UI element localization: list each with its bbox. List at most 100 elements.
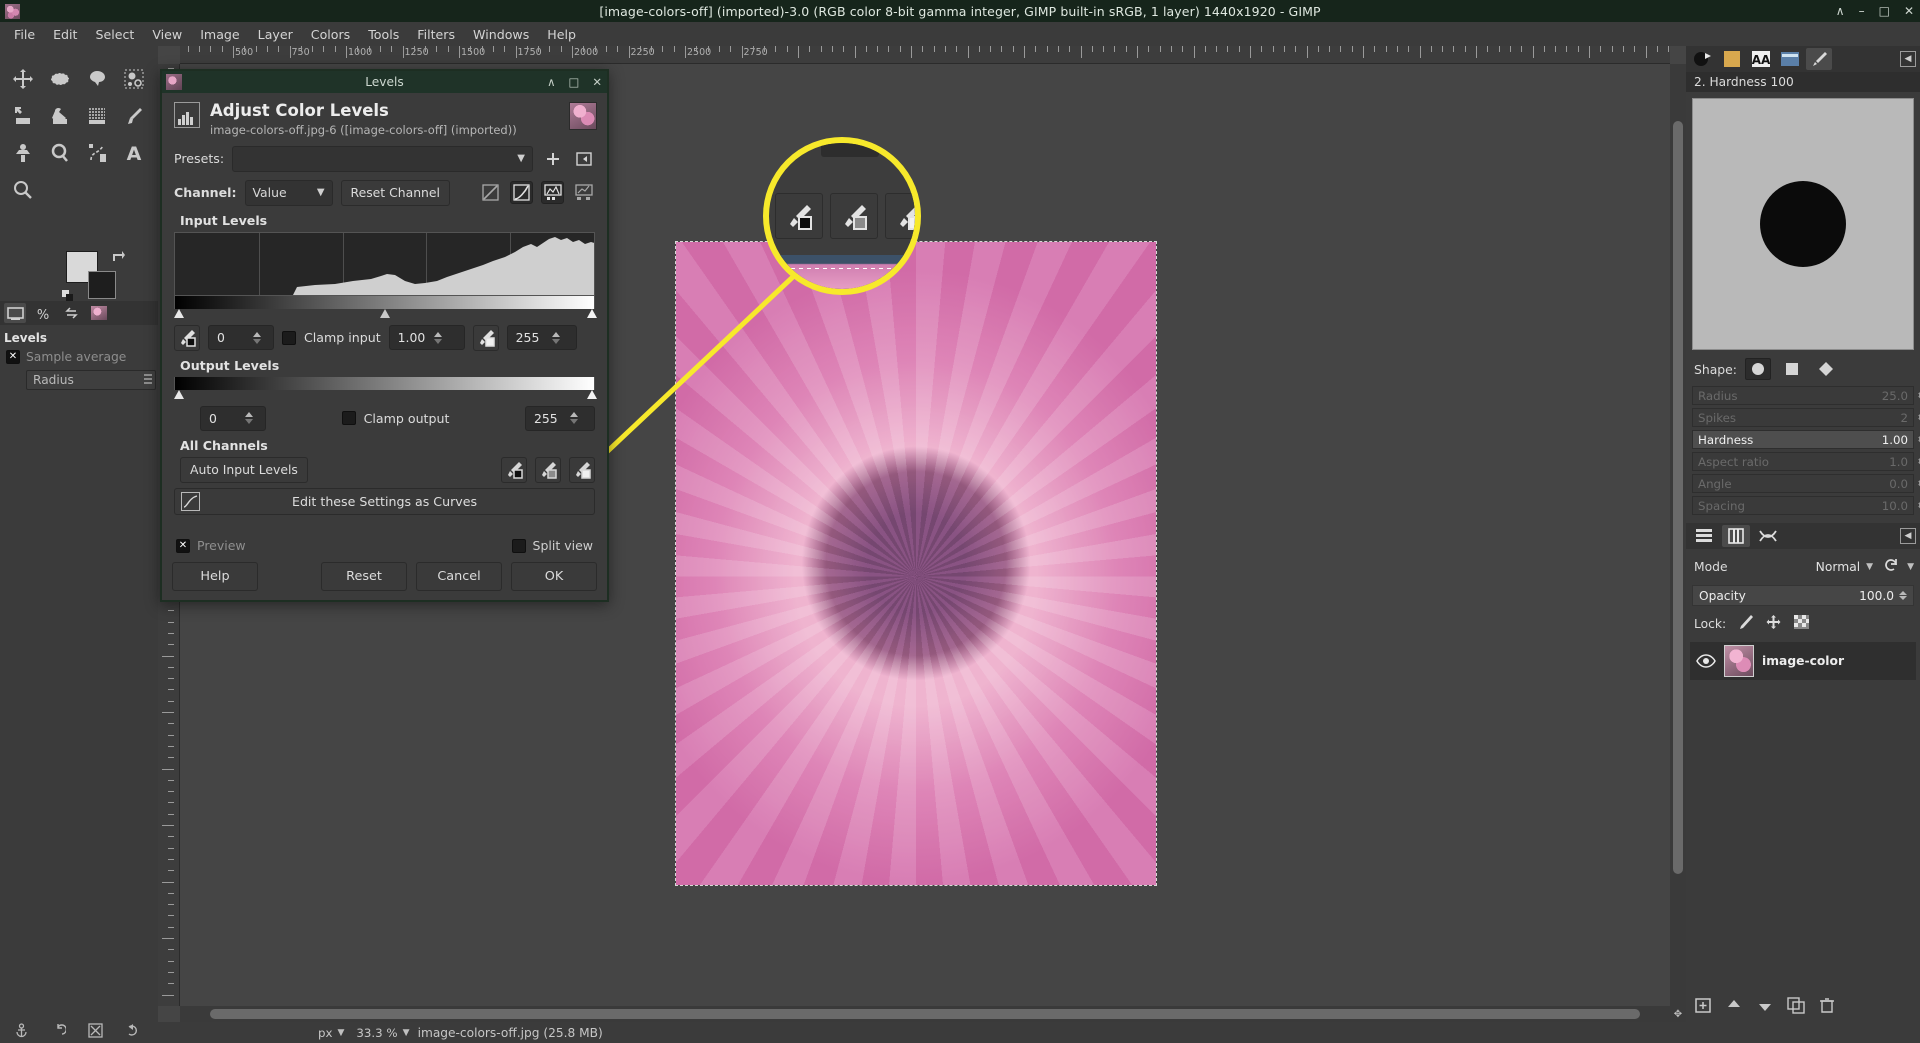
diamond-shape-icon[interactable] xyxy=(1813,358,1839,380)
clamp-output-checkbox[interactable] xyxy=(341,411,356,426)
cancel-button[interactable]: Cancel xyxy=(416,562,502,591)
gradient-tool[interactable] xyxy=(78,97,115,134)
layers-icon[interactable] xyxy=(1690,525,1718,547)
cancel-icon[interactable] xyxy=(88,1023,103,1042)
brush-property-row[interactable]: Spikes 2 ⬍ xyxy=(1692,408,1920,427)
raise-layer-icon[interactable] xyxy=(1725,997,1743,1018)
paths-icon[interactable] xyxy=(1754,525,1782,547)
window-close-icon[interactable]: ✕ xyxy=(1904,5,1914,17)
zoom-selector[interactable]: 33.3 % ▼ xyxy=(356,1026,409,1040)
brush-property-stepper[interactable]: ⬍ xyxy=(1915,453,1920,470)
lock-pixels-icon[interactable] xyxy=(1737,614,1754,634)
all-pick-gray-point-icon[interactable] xyxy=(535,456,561,483)
new-layer-icon[interactable] xyxy=(1694,997,1712,1018)
brush-property-row[interactable]: Aspect ratio 1.0 ⬍ xyxy=(1692,452,1920,471)
dialog-close-icon[interactable]: ✕ xyxy=(592,75,602,89)
gradient-icon[interactable] xyxy=(1777,48,1803,70)
pick-white-point-icon[interactable] xyxy=(472,324,499,351)
reset-mode-icon[interactable] xyxy=(1883,557,1901,577)
opacity-stepper[interactable] xyxy=(1899,591,1907,600)
opacity-slider[interactable]: Opacity 100.0 xyxy=(1692,585,1914,606)
v-scroll-thumb[interactable] xyxy=(1673,120,1683,875)
radius-slider[interactable]: Radius xyxy=(26,370,156,390)
reset-colors-icon[interactable] xyxy=(62,288,75,301)
brush-preset-icon[interactable] xyxy=(1690,48,1716,70)
mode-combo[interactable]: Normal ▼ xyxy=(1734,556,1878,578)
bucket-fill-tool[interactable] xyxy=(41,97,78,134)
eye-icon[interactable] xyxy=(1696,654,1716,668)
duplicate-layer-icon[interactable] xyxy=(1787,996,1805,1018)
split-view-checkbox[interactable] xyxy=(511,538,526,553)
paths-tool[interactable] xyxy=(78,134,115,171)
refresh-icon[interactable] xyxy=(125,1023,140,1042)
presets-combo[interactable]: ▼ xyxy=(232,145,533,172)
menu-windows[interactable]: Windows xyxy=(465,24,537,45)
input-histogram[interactable] xyxy=(174,231,595,296)
help-button[interactable]: Help xyxy=(172,562,258,591)
paintbrush-tool[interactable] xyxy=(115,97,152,134)
input-white-spinner[interactable]: 255 xyxy=(506,325,577,351)
undo-history-tab-icon[interactable]: % xyxy=(32,303,54,323)
linear-histogram-icon[interactable] xyxy=(479,181,502,204)
free-select-tool[interactable] xyxy=(78,60,115,97)
preview-checkbox[interactable] xyxy=(176,538,190,553)
sample-average-row[interactable]: Sample average xyxy=(0,348,158,366)
all-pick-white-point-icon[interactable] xyxy=(569,456,595,483)
input-gamma-handle[interactable] xyxy=(380,308,390,318)
lock-alpha-icon[interactable] xyxy=(1793,614,1810,634)
output-white-spinner[interactable]: 255 xyxy=(525,405,596,431)
brush-property-stepper[interactable]: ⬍ xyxy=(1915,497,1920,514)
window-minimize-icon[interactable]: – xyxy=(1859,5,1865,17)
canvas-vertical-scrollbar[interactable] xyxy=(1670,64,1686,1006)
navigation-corner-icon[interactable]: ✥ xyxy=(1670,1006,1686,1022)
brush-property-row[interactable]: Spacing 10.0 ⬍ xyxy=(1692,496,1920,515)
zoom-tool[interactable] xyxy=(4,171,41,208)
horizontal-ruler[interactable]: 500 750 1000 1250 1500 1750 2000 2250 2500 2750 xyxy=(180,46,1670,64)
clamp-input-checkbox[interactable] xyxy=(282,330,296,345)
brush-property-stepper[interactable]: ⬍ xyxy=(1915,431,1920,448)
circle-shape-icon[interactable] xyxy=(1744,358,1771,380)
output-black-spinner[interactable]: 0 xyxy=(200,405,266,431)
lower-layer-icon[interactable] xyxy=(1756,997,1774,1018)
levels-dialog-controls[interactable]: ∧ □ ✕ xyxy=(547,75,602,89)
unit-selector[interactable]: px ▼ xyxy=(318,1026,344,1040)
edit-as-curves-button[interactable]: Edit these Settings as Curves xyxy=(174,487,595,515)
output-black-handle[interactable] xyxy=(174,389,184,399)
tool-options-icon[interactable] xyxy=(1806,48,1832,70)
dock-menu-icon[interactable]: ◀ xyxy=(1900,51,1916,67)
menu-image[interactable]: Image xyxy=(192,24,247,45)
output-level-handles[interactable] xyxy=(174,389,597,401)
square-shape-icon[interactable] xyxy=(1779,358,1805,380)
brush-property-stepper[interactable]: ⬍ xyxy=(1915,475,1920,492)
brush-property-stepper[interactable]: ⬍ xyxy=(1915,409,1920,426)
sample-average-checkbox[interactable] xyxy=(6,350,20,364)
auto-input-levels-button[interactable]: Auto Input Levels xyxy=(180,456,308,483)
window-up-icon[interactable]: ∧ xyxy=(1836,5,1845,17)
reset-button[interactable]: Reset xyxy=(321,562,407,591)
channel-combo[interactable]: Value ▼ xyxy=(244,179,333,206)
channels-icon[interactable] xyxy=(1722,525,1750,547)
images-tab-icon[interactable] xyxy=(88,303,110,323)
color-swatches[interactable] xyxy=(62,249,126,301)
lock-position-icon[interactable] xyxy=(1765,614,1782,634)
all-pick-black-point-icon[interactable] xyxy=(501,456,527,483)
image-canvas[interactable] xyxy=(675,241,1157,886)
input-white-handle[interactable] xyxy=(587,308,597,318)
histogram-range-icon[interactable] xyxy=(572,181,595,204)
swap-colors-icon[interactable] xyxy=(112,249,126,263)
perspective-tool[interactable] xyxy=(4,97,41,134)
pick-black-point-icon[interactable] xyxy=(174,324,200,351)
input-gamma-spinner[interactable]: 1.00 xyxy=(388,325,465,351)
brush-property-stepper[interactable]: ⬍ xyxy=(1915,387,1920,404)
menu-edit[interactable]: Edit xyxy=(45,24,85,45)
undo-icon[interactable] xyxy=(51,1023,67,1042)
input-level-handles[interactable] xyxy=(174,308,597,320)
menu-tools[interactable]: Tools xyxy=(360,24,407,45)
input-black-spinner[interactable]: 0 xyxy=(208,325,274,351)
ok-button[interactable]: OK xyxy=(511,562,597,591)
tool-options-tab-icon[interactable] xyxy=(4,303,26,323)
dialog-collapse-icon[interactable]: ∧ xyxy=(547,75,555,89)
move-tool[interactable] xyxy=(4,60,41,97)
reset-channel-button[interactable]: Reset Channel xyxy=(340,179,450,206)
canvas-horizontal-scrollbar[interactable] xyxy=(180,1006,1670,1022)
